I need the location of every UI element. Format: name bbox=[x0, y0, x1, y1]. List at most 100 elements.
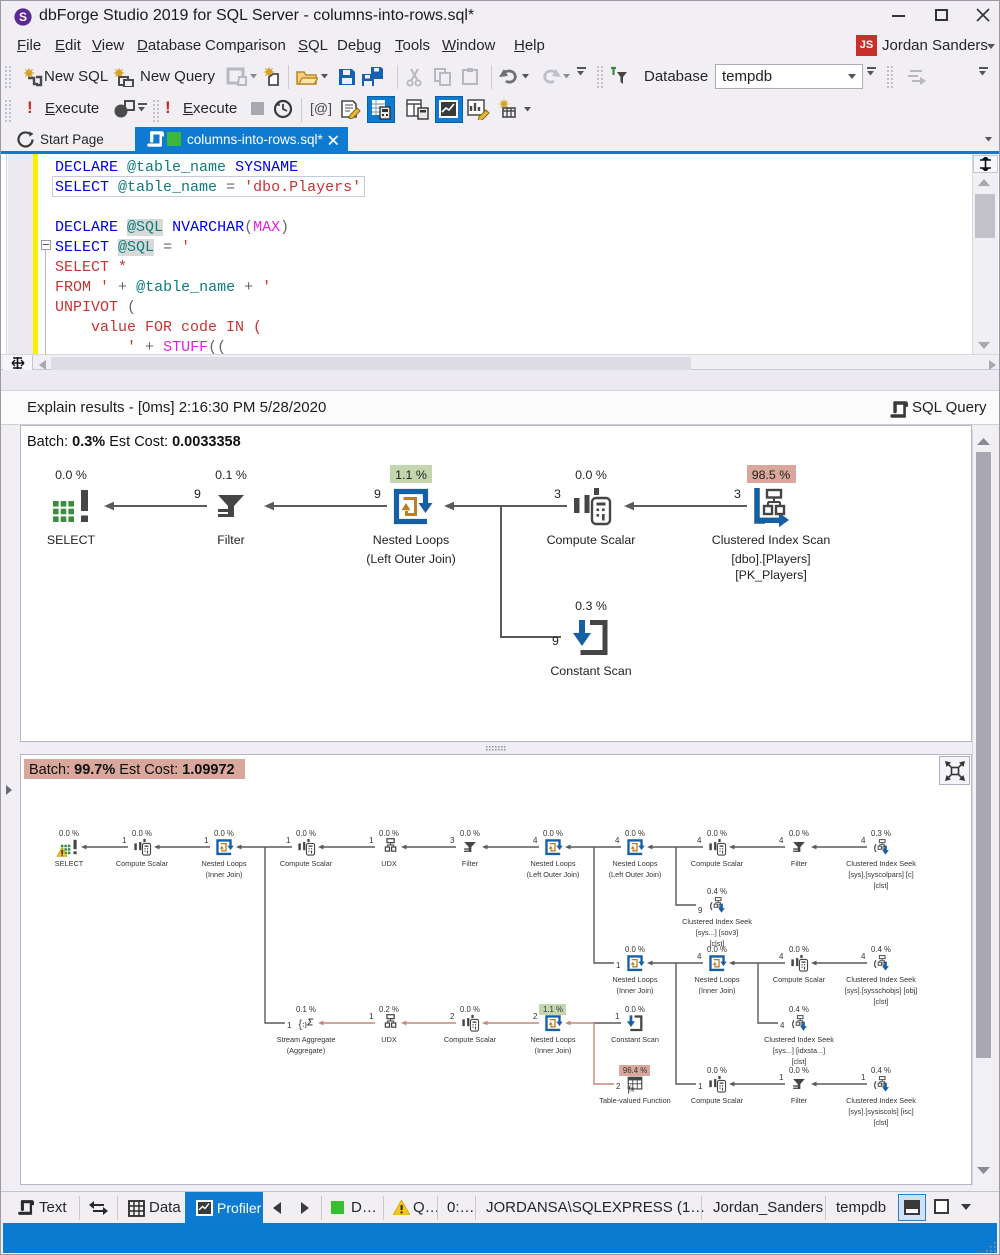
svg-text:2: 2 bbox=[616, 1082, 621, 1091]
svg-text:[PK_Players]: [PK_Players] bbox=[735, 568, 807, 582]
svg-text:1: 1 bbox=[122, 836, 127, 845]
svg-text:Filter: Filter bbox=[791, 1096, 808, 1105]
svg-text:Constant Scan: Constant Scan bbox=[550, 664, 631, 678]
svg-text:UDX: UDX bbox=[381, 859, 397, 868]
svg-text:1: 1 bbox=[369, 1012, 374, 1021]
svg-text:Clustered Index Seek: Clustered Index Seek bbox=[846, 859, 916, 868]
svg-text:3: 3 bbox=[554, 487, 561, 501]
svg-text:0.3 %: 0.3 % bbox=[575, 599, 607, 613]
svg-text:Compute Scalar: Compute Scalar bbox=[280, 859, 333, 868]
svg-text:0.0 %: 0.0 % bbox=[789, 1066, 809, 1075]
svg-text:9: 9 bbox=[552, 634, 559, 648]
svg-text:SELECT: SELECT bbox=[55, 859, 84, 868]
svg-text:0.0 %: 0.0 % bbox=[132, 829, 152, 838]
svg-text:Table-valued Function: Table-valued Function bbox=[599, 1096, 670, 1105]
svg-text:4: 4 bbox=[697, 952, 702, 961]
svg-text:Clustered Index Seek: Clustered Index Seek bbox=[846, 1096, 916, 1105]
svg-text:0.0 %: 0.0 % bbox=[575, 468, 607, 482]
svg-text:Nested Loops: Nested Loops bbox=[612, 975, 657, 984]
svg-text:S: S bbox=[19, 10, 27, 24]
svg-text:0.0 %: 0.0 % bbox=[625, 829, 645, 838]
svg-text:0.0 %: 0.0 % bbox=[789, 945, 809, 954]
svg-text:1: 1 bbox=[615, 1012, 620, 1021]
svg-text:[sys].[sysschobjs] [obj]: [sys].[sysschobjs] [obj] bbox=[845, 986, 918, 995]
svg-text:UDX: UDX bbox=[381, 1035, 397, 1044]
svg-text:0.0 %: 0.0 % bbox=[789, 829, 809, 838]
svg-text:4: 4 bbox=[861, 952, 866, 961]
svg-text:Filter: Filter bbox=[217, 533, 245, 547]
svg-text:0.0 %: 0.0 % bbox=[707, 945, 727, 954]
svg-text:4: 4 bbox=[780, 1021, 785, 1030]
svg-text:1.1 %: 1.1 % bbox=[543, 1005, 563, 1014]
svg-text:1: 1 bbox=[286, 836, 291, 845]
svg-text:(Inner Join): (Inner Join) bbox=[617, 986, 654, 995]
svg-text:9: 9 bbox=[374, 487, 381, 501]
svg-text:96.4 %: 96.4 % bbox=[623, 1066, 647, 1075]
svg-text:Clustered Index Seek: Clustered Index Seek bbox=[682, 917, 752, 926]
svg-text:0.0 %: 0.0 % bbox=[625, 1005, 645, 1014]
svg-text:[sys].[sysiscols] [isc]: [sys].[sysiscols] [isc] bbox=[848, 1107, 913, 1116]
svg-text:(Aggregate): (Aggregate) bbox=[287, 1046, 326, 1055]
svg-text:1: 1 bbox=[616, 961, 621, 970]
svg-text:4: 4 bbox=[779, 952, 784, 961]
svg-text:Nested Loops: Nested Loops bbox=[530, 1035, 575, 1044]
svg-text:Nested Loops: Nested Loops bbox=[201, 859, 246, 868]
svg-text:1: 1 bbox=[698, 1082, 703, 1091]
svg-text:Compute Scalar: Compute Scalar bbox=[444, 1035, 497, 1044]
svg-text:[sys].[syscolpars] [c]: [sys].[syscolpars] [c] bbox=[848, 870, 913, 879]
svg-text:Compute Scalar: Compute Scalar bbox=[547, 533, 636, 547]
svg-text:Compute Scalar: Compute Scalar bbox=[116, 859, 169, 868]
svg-text:4: 4 bbox=[779, 836, 784, 845]
svg-text:(Left Outer Join): (Left Outer Join) bbox=[527, 870, 580, 879]
svg-text:0.4 %: 0.4 % bbox=[871, 1066, 891, 1075]
svg-text:(Left Outer Join): (Left Outer Join) bbox=[366, 552, 456, 566]
svg-text:3: 3 bbox=[734, 487, 741, 501]
svg-text:0.0 %: 0.0 % bbox=[379, 829, 399, 838]
svg-text:Batch: 0.3% Est Cost: 0.003335: Batch: 0.3% Est Cost: 0.0033358 bbox=[27, 434, 241, 450]
svg-text:(Left Outer Join): (Left Outer Join) bbox=[609, 870, 662, 879]
svg-text:0.0 %: 0.0 % bbox=[59, 829, 79, 838]
svg-text:0.0 %: 0.0 % bbox=[460, 829, 480, 838]
svg-text:0.0 %: 0.0 % bbox=[543, 829, 563, 838]
svg-text:0.1 %: 0.1 % bbox=[215, 468, 247, 482]
svg-text:4: 4 bbox=[615, 836, 620, 845]
svg-text:[clst]: [clst] bbox=[874, 997, 889, 1006]
svg-text:[sys...] [sov3]: [sys...] [sov3] bbox=[696, 928, 739, 937]
svg-text:Nested Loops: Nested Loops bbox=[373, 533, 449, 547]
svg-text:2: 2 bbox=[450, 1012, 455, 1021]
svg-text:Compute Scalar: Compute Scalar bbox=[691, 859, 744, 868]
svg-text:0.0 %: 0.0 % bbox=[214, 829, 234, 838]
svg-text:Stream Aggregate: Stream Aggregate bbox=[277, 1035, 336, 1044]
svg-text:[sys...] [idxsta...]: [sys...] [idxsta...] bbox=[773, 1046, 825, 1055]
svg-text:Constant Scan: Constant Scan bbox=[611, 1035, 659, 1044]
svg-text:Nested Loops: Nested Loops bbox=[530, 859, 575, 868]
svg-text:4: 4 bbox=[533, 836, 538, 845]
svg-text:0.4 %: 0.4 % bbox=[871, 945, 891, 954]
svg-text:Compute Scalar: Compute Scalar bbox=[691, 1096, 744, 1105]
svg-text:0.0 %: 0.0 % bbox=[460, 1005, 480, 1014]
svg-text:1: 1 bbox=[287, 1021, 292, 1030]
svg-text:Clustered Index Seek: Clustered Index Seek bbox=[846, 975, 916, 984]
svg-text:[clst]: [clst] bbox=[874, 881, 889, 890]
svg-text:[dbo].[Players]: [dbo].[Players] bbox=[731, 552, 810, 566]
svg-text:1.1 %: 1.1 % bbox=[395, 468, 427, 482]
svg-text:1: 1 bbox=[861, 1073, 866, 1082]
svg-text:0.0 %: 0.0 % bbox=[707, 829, 727, 838]
svg-text:0.2 %: 0.2 % bbox=[379, 1005, 399, 1014]
svg-text:1: 1 bbox=[369, 836, 374, 845]
svg-text:3: 3 bbox=[450, 836, 455, 845]
svg-text:[clst]: [clst] bbox=[792, 1057, 807, 1066]
svg-text:98.5 %: 98.5 % bbox=[752, 468, 791, 482]
svg-text:0.3 %: 0.3 % bbox=[871, 829, 891, 838]
svg-text:0.0 %: 0.0 % bbox=[296, 829, 316, 838]
svg-text:(Inner Join): (Inner Join) bbox=[535, 1046, 572, 1055]
svg-text:4: 4 bbox=[861, 836, 866, 845]
svg-text:9: 9 bbox=[698, 906, 703, 915]
svg-text:Filter: Filter bbox=[462, 859, 479, 868]
svg-text:0.0 %: 0.0 % bbox=[55, 468, 87, 482]
svg-text:SELECT: SELECT bbox=[47, 533, 96, 547]
svg-text:Nested Loops: Nested Loops bbox=[694, 975, 739, 984]
svg-text:Clustered Index Scan: Clustered Index Scan bbox=[712, 533, 831, 547]
svg-text:[clst]: [clst] bbox=[874, 1118, 889, 1127]
svg-text:1: 1 bbox=[204, 836, 209, 845]
